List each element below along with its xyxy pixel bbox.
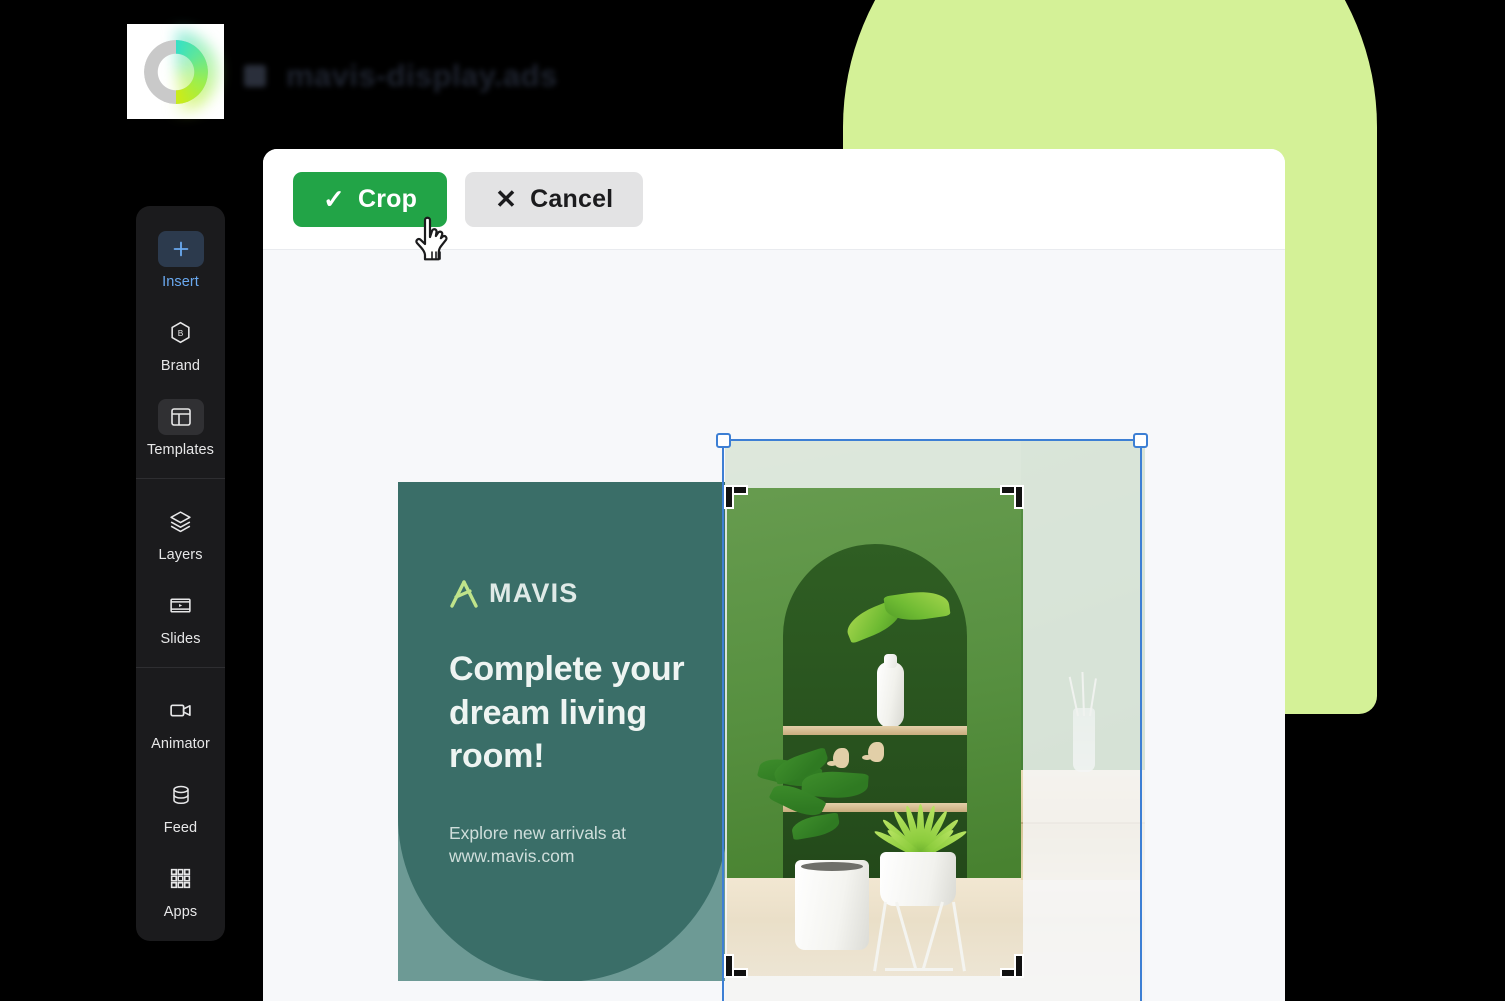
- design-canvas[interactable]: MAVIS Complete your dream living room! E…: [263, 250, 1285, 1001]
- sidebar-item-brand[interactable]: B Brand: [136, 302, 225, 386]
- rail-group-1: Insert B Brand Templates: [136, 206, 225, 478]
- crop-button[interactable]: ✓ Crop: [293, 171, 448, 227]
- artboard-headline: Complete your dream living room!: [449, 650, 685, 776]
- brand-badge-icon: B: [158, 315, 204, 351]
- video-camera-icon: [158, 693, 204, 729]
- sidebar-item-label: Insert: [162, 273, 199, 290]
- file-name-label: mavis-display.ads: [286, 58, 558, 93]
- file-type-badge: [244, 65, 266, 87]
- database-icon: [158, 777, 204, 813]
- sidebar-item-label: Brand: [160, 357, 201, 374]
- sidebar-item-layers[interactable]: Layers: [136, 491, 225, 575]
- plus-icon: [157, 230, 204, 267]
- cancel-button-label: Cancel: [530, 184, 614, 213]
- screenshot-stage: mavis-display.ads Insert B Brand Templat…: [0, 0, 1505, 1001]
- close-x-icon: ✕: [495, 184, 518, 214]
- sidebar-item-label: Layers: [158, 546, 203, 563]
- sidebar-item-label: Slides: [160, 630, 201, 647]
- check-icon: ✓: [323, 184, 345, 214]
- sidebar-item-feed[interactable]: Feed: [136, 764, 225, 848]
- sidebar-item-templates[interactable]: Templates: [136, 386, 225, 470]
- sidebar-item-label: Apps: [163, 903, 198, 920]
- sidebar-item-animator[interactable]: Animator: [136, 680, 225, 764]
- crop-toolbar: ✓ Crop ✕ Cancel: [263, 149, 1285, 250]
- artboard-logo: MAVIS: [449, 578, 579, 609]
- svg-text:B: B: [178, 328, 184, 338]
- rail-group-3: Animator Feed Apps: [136, 667, 225, 940]
- sidebar-item-label: Feed: [163, 819, 198, 836]
- crop-button-label: Crop: [358, 184, 418, 213]
- layout-icon: [157, 398, 204, 435]
- interior-room-photo: [725, 440, 1145, 1001]
- sidebar-item-label: Templates: [147, 441, 214, 458]
- grid-apps-icon: [158, 861, 204, 897]
- rail-group-2: Layers Slides: [136, 478, 225, 667]
- cropped-image-layer[interactable]: [725, 440, 1145, 1001]
- sidebar-item-apps[interactable]: Apps: [136, 848, 225, 932]
- mavis-a-mark-icon: [450, 579, 478, 608]
- sidebar-item-slides[interactable]: Slides: [136, 575, 225, 659]
- artboard-logo-text: MAVIS: [489, 578, 579, 608]
- cancel-button[interactable]: ✕ Cancel: [465, 171, 644, 227]
- sidebar-item-insert[interactable]: Insert: [136, 218, 225, 302]
- document-title-row: mavis-display.ads: [244, 54, 558, 98]
- design-artboard[interactable]: MAVIS Complete your dream living room! E…: [398, 482, 728, 981]
- slides-icon: [158, 588, 204, 624]
- editor-window: ✓ Crop ✕ Cancel MAVIS Complete your drea…: [263, 149, 1285, 1001]
- sidebar-item-label: Animator: [151, 735, 210, 752]
- circular-gradient-logo: [127, 24, 224, 119]
- artboard-subtext: Explore new arrivals at www.mavis.com: [449, 823, 627, 867]
- left-tool-rail: Insert B Brand Templates Layers Slides A…: [136, 206, 225, 941]
- layers-icon: [158, 504, 204, 540]
